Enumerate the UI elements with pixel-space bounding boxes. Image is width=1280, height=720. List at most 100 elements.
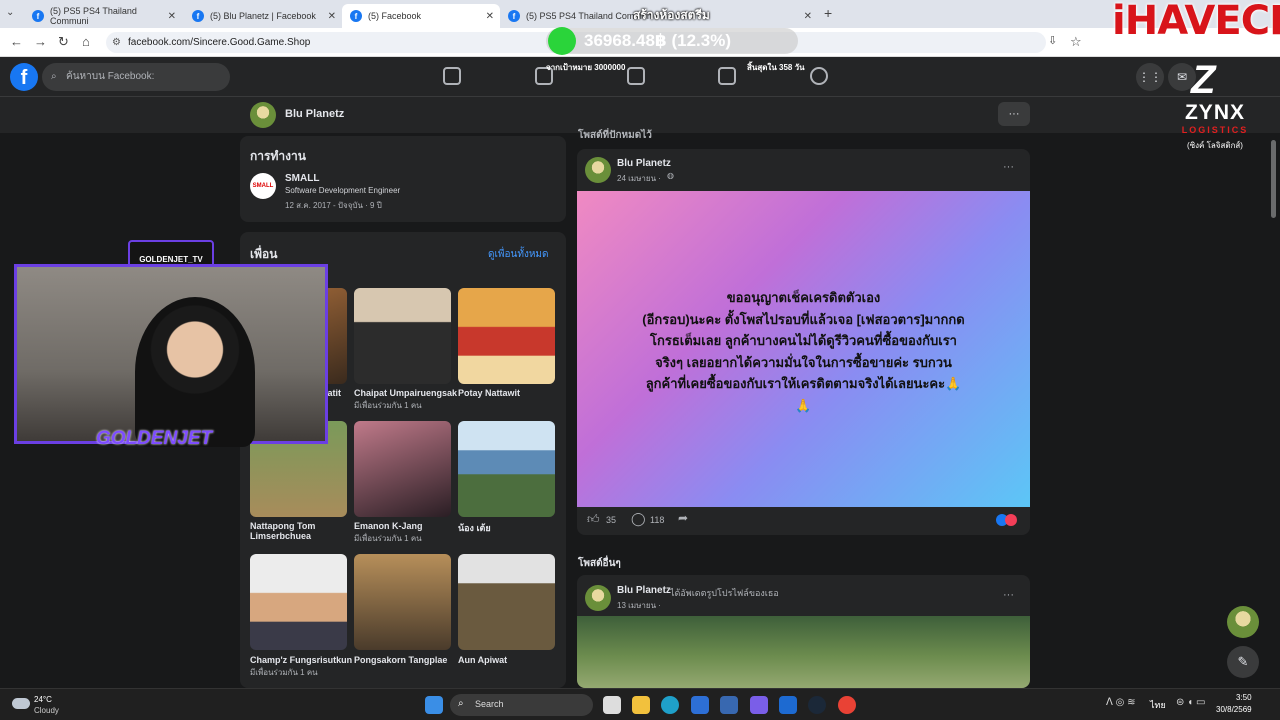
close-tab-icon[interactable]: ✕ [328, 11, 336, 22]
friend-name[interactable]: Chaipat Umpairuengsak [354, 388, 457, 398]
friend-name[interactable]: Potay Nattawit [458, 388, 520, 398]
back-icon[interactable]: ← [10, 34, 23, 49]
zynx-logo: Z ZYNX LOGISTICS (ซิงค์ โลจิสติกส์) [1165, 58, 1265, 154]
friend-photo[interactable] [354, 288, 451, 384]
tab-2[interactable]: f (5) Blu Planetz | Facebook ✕ [184, 4, 342, 28]
post-image[interactable] [577, 616, 1030, 688]
profile-name[interactable]: Blu Planetz [285, 108, 344, 120]
install-app-icon[interactable]: ⇩ [1048, 34, 1057, 47]
tab-list-chevron-icon[interactable]: ⌄ [6, 7, 14, 18]
friend-photo[interactable] [354, 554, 451, 650]
windows-start-icon[interactable] [425, 696, 443, 714]
facebook-search-input[interactable]: ⌕ ค้นหาบน Facebook: [42, 63, 230, 91]
task-view-icon[interactable] [603, 696, 621, 714]
friend-photo[interactable] [250, 554, 347, 650]
chrome-icon[interactable] [838, 696, 856, 714]
friend-name[interactable]: Pongsakorn Tangplae [354, 655, 447, 665]
other-post-card: Blu Planetz ได้อัพเดตรูปโปรไฟล์ของเธอ 13… [577, 575, 1030, 688]
edge-icon[interactable] [661, 696, 679, 714]
forward-icon[interactable]: → [34, 34, 47, 49]
post-author[interactable]: Blu Planetz [617, 585, 671, 596]
app-icon[interactable] [720, 696, 738, 714]
close-tab-icon[interactable]: ✕ [804, 11, 812, 22]
clock-time[interactable]: 3:50 [1236, 693, 1252, 702]
post-date[interactable]: 13 เมษายน · [617, 599, 661, 612]
friend-mutual: มีเพื่อนร่วมกัน 1 คน [354, 401, 422, 410]
company-name[interactable]: SMALL [285, 173, 319, 184]
webcam-name: GOLDENJET_TV [139, 255, 203, 264]
stream-banner: สร้างห้องสตรีม [633, 8, 710, 22]
post-more-icon[interactable]: ··· [1003, 161, 1014, 173]
tab-3-active[interactable]: f (5) Facebook ✕ [342, 4, 500, 28]
job-dates: 12 ส.ค. 2017 - ปัจจุบัน · 9 ปี [285, 201, 382, 210]
friend-name[interactable]: Nattapong Tom Limserbchuea [250, 521, 340, 541]
post-text-line: ลูกค้าที่เคยซื้อของกับเราให้เครดิตตามจริ… [645, 376, 962, 391]
friend-photo[interactable] [354, 421, 451, 517]
tab-3-label: (5) Facebook [368, 11, 422, 21]
friend-name[interactable]: Champ'z Fungsrisutkun [250, 655, 352, 665]
bookmark-star-icon[interactable]: ☆ [1070, 34, 1082, 50]
comment-icon[interactable]: ◯ [631, 511, 646, 527]
steam-icon[interactable] [808, 696, 826, 714]
reload-icon[interactable]: ↻ [58, 34, 69, 50]
friend-name[interactable]: Aun Apiwat [458, 655, 507, 665]
friend-photo[interactable] [458, 554, 555, 650]
friend-mutual: มีเพื่อนร่วมกัน 1 คน [250, 668, 318, 677]
price-pill: 36968.48฿ (12.3%) [546, 27, 798, 55]
target-text: จากเป้าหมาย 3000000 [546, 63, 626, 72]
tray-icons[interactable]: ᐱ ◎ ≋ [1106, 697, 1136, 708]
weather-temp[interactable]: 24°C [34, 695, 52, 704]
close-tab-icon[interactable]: ✕ [168, 11, 176, 22]
new-message-icon[interactable]: ✎ [1227, 646, 1259, 678]
floating-profile-avatar[interactable] [1227, 606, 1259, 638]
weather-cloud-icon [12, 698, 30, 709]
friend-name[interactable]: Emanon K-Jang [354, 521, 423, 531]
post-author-avatar[interactable] [585, 585, 611, 611]
home-nav-icon[interactable] [443, 67, 461, 85]
outlook-icon[interactable] [779, 696, 797, 714]
post-author-avatar[interactable] [585, 157, 611, 183]
tab-1[interactable]: f (5) PS5 PS4 Thailand Communi ✕ [24, 4, 182, 28]
url-text: facebook.com/Sincere.Good.Game.Shop [128, 37, 311, 48]
close-tab-icon[interactable]: ✕ [486, 11, 494, 22]
file-explorer-icon[interactable] [632, 696, 650, 714]
company-logo-text: SMALL [252, 183, 274, 189]
gaming-nav-icon[interactable] [810, 67, 828, 85]
post-date[interactable]: 24 เมษายน · [617, 172, 661, 185]
copilot-icon[interactable] [750, 696, 768, 714]
profile-more-button[interactable]: ··· [998, 102, 1030, 126]
globe-icon: ◍ [667, 171, 674, 180]
friend-photo[interactable] [458, 288, 555, 384]
facebook-top-bar: f ⌕ ค้นหาบน Facebook: ⋮⋮ ✉ [0, 57, 1280, 97]
home-icon[interactable]: ⌂ [82, 34, 90, 49]
marketplace-nav-icon[interactable] [718, 67, 736, 85]
clock-date[interactable]: 30/8/2569 [1216, 705, 1252, 714]
see-all-friends-link[interactable]: ดูเพื่อนทั้งหมด [488, 247, 549, 262]
windows-taskbar: 24°C Cloudy ⌕ Search ᐱ ◎ ≋ ไทย ⊜ ◖ ▭ 3:5… [0, 688, 1280, 720]
menu-grid-icon[interactable]: ⋮⋮ [1136, 63, 1164, 91]
post-more-icon[interactable]: ··· [1003, 589, 1014, 601]
post-author[interactable]: Blu Planetz [617, 158, 671, 169]
language-indicator[interactable]: ไทย [1150, 698, 1166, 712]
facebook-logo-icon[interactable]: f [10, 63, 38, 91]
taskbar-search-text: Search [475, 699, 504, 709]
like-icon[interactable]: 👍︎ [587, 512, 600, 527]
pinned-post-card: Blu Planetz 24 เมษายน · ◍ ··· ขออนุญาตเช… [577, 149, 1030, 535]
post-text-line: โกรธเต็มเลย ลูกค้าบางคนไม่ได้ดูรีวิวคนที… [650, 333, 957, 348]
share-icon[interactable]: ➦ [678, 511, 688, 525]
pinned-posts-label: โพสต์ที่ปักหมุดไว้ [578, 130, 652, 138]
friend-photo[interactable] [458, 421, 555, 517]
system-tray-icons[interactable]: ⊜ ◖ ▭ [1176, 697, 1205, 708]
friend-name[interactable]: น้อง เต้ย [458, 521, 491, 535]
weather-desc[interactable]: Cloudy [34, 706, 59, 715]
scrollbar[interactable] [1271, 140, 1276, 218]
reaction-love-icon [1005, 514, 1017, 526]
other-posts-label: โพสต์อื่นๆ [578, 558, 621, 569]
store-icon[interactable] [691, 696, 709, 714]
site-info-icon[interactable]: ⚙ [112, 32, 121, 53]
search-icon: ⌕ [458, 698, 464, 709]
taskbar-search[interactable]: ⌕ Search [450, 694, 593, 716]
groups-nav-icon[interactable] [627, 67, 645, 85]
new-tab-button[interactable]: + [824, 5, 832, 21]
profile-avatar[interactable] [250, 102, 276, 128]
